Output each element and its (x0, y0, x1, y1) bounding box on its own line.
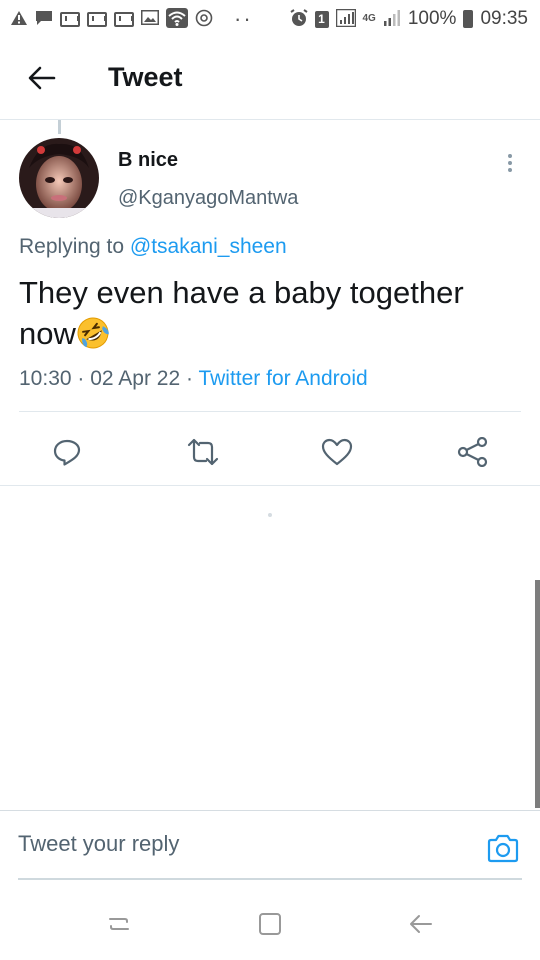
status-system: 1 4G 100% 09:35 (289, 8, 528, 30)
replying-to: Replying to @tsakani_sheen (19, 235, 287, 259)
tweet-actions (0, 430, 540, 474)
back-arrow-icon (410, 915, 432, 933)
more-dots-icon: ·· (234, 6, 253, 31)
tweet-text: They even have a baby together now (19, 272, 519, 354)
divider (0, 485, 540, 486)
battery-icon (463, 10, 474, 28)
profile-photo (19, 138, 99, 218)
chat-icon (35, 10, 53, 29)
like-button[interactable] (315, 430, 359, 474)
image-icon (140, 9, 160, 28)
reply-input[interactable] (18, 811, 458, 877)
camera-icon (487, 834, 519, 863)
signal-icon (335, 8, 356, 30)
recent-apps-icon (109, 918, 129, 930)
warning-icon (10, 10, 28, 29)
lte-icon: 4G (362, 13, 376, 24)
more-vertical-icon (508, 154, 512, 158)
arrow-left-icon (28, 66, 56, 90)
system-back-button[interactable] (403, 908, 439, 940)
divider (19, 411, 521, 412)
reply-icon (53, 439, 81, 466)
reply-underline (18, 878, 522, 880)
sim-icon: 1 (314, 10, 329, 28)
thread-connector (58, 120, 61, 134)
reply-mention-link[interactable]: @tsakani_sheen (130, 235, 287, 258)
sync-icon (195, 9, 213, 30)
home-icon (259, 913, 281, 935)
tweet-date: 02 Apr 22 (90, 367, 181, 390)
share-button[interactable] (451, 430, 495, 474)
gmail-icon (60, 11, 80, 27)
clock: 09:35 (480, 8, 528, 29)
back-button[interactable] (24, 60, 60, 96)
battery-percent: 100% (407, 8, 457, 29)
reply-composer (0, 810, 540, 880)
like-icon (321, 438, 353, 466)
page-title: Tweet (108, 62, 183, 92)
status-notifications: ·· (10, 6, 253, 31)
tweet-meta: 10:30 · 02 Apr 22 · Twitter for Android (19, 367, 368, 390)
top-app-bar: Tweet (0, 38, 540, 120)
alarm-icon (289, 8, 308, 30)
share-icon (457, 437, 488, 467)
author-handle[interactable]: @KganyagoMantwa (118, 187, 298, 210)
reply-button[interactable] (45, 430, 89, 474)
loading-dot (268, 513, 272, 517)
author-name[interactable]: B nice (118, 149, 178, 172)
status-bar: ·· 1 4G 100% 09:35 (0, 0, 540, 38)
retweet-icon (187, 438, 219, 466)
recent-apps-button[interactable] (101, 908, 137, 940)
retweet-button[interactable] (181, 430, 225, 474)
more-options-button[interactable] (500, 150, 520, 176)
scrollbar[interactable] (535, 580, 540, 808)
system-nav-bar (0, 884, 540, 960)
gmail-icon (114, 11, 134, 27)
camera-button[interactable] (486, 833, 520, 865)
rolling-on-floor-laughing-emoji (77, 317, 109, 349)
home-button[interactable] (252, 908, 288, 940)
avatar[interactable] (19, 138, 99, 218)
gmail-icon (87, 11, 107, 27)
wifi-icon (166, 7, 188, 31)
tweet-source-link[interactable]: Twitter for Android (198, 367, 367, 390)
tweet-time: 10:30 (19, 367, 72, 390)
signal-icon (383, 9, 401, 30)
replying-prefix: Replying to (19, 235, 125, 258)
